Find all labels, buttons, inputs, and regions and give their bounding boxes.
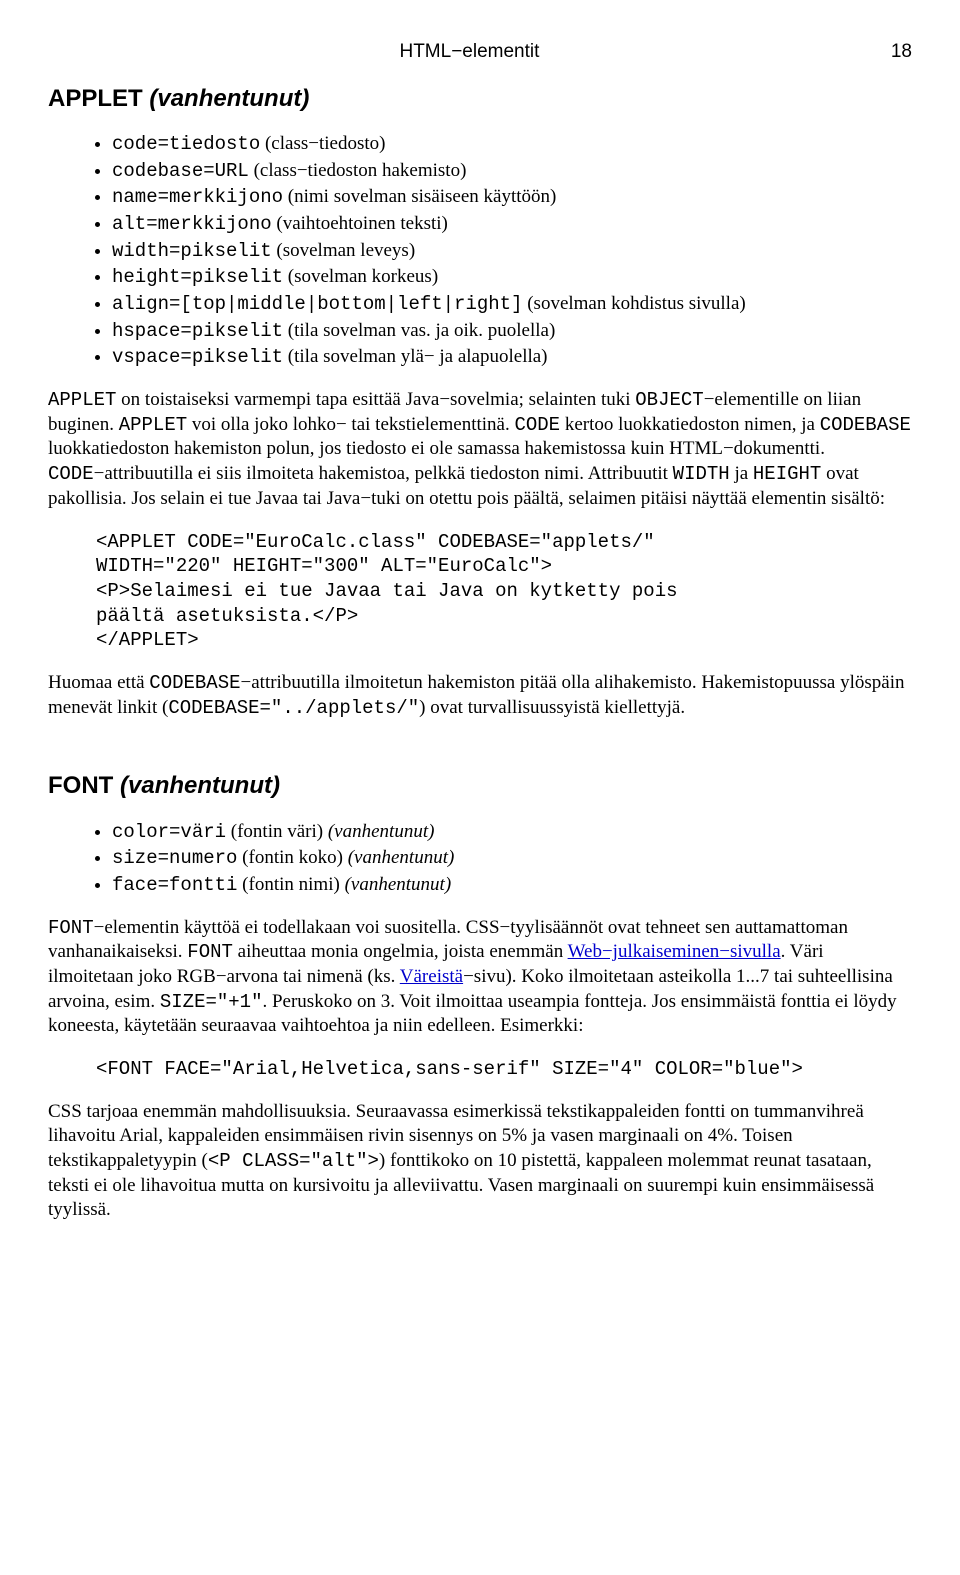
applet-heading-deprecated: (vanhentunut) xyxy=(149,85,309,112)
list-item: code=tiedosto (class−tiedosto) xyxy=(112,132,912,157)
list-item: name=merkkijono (nimi sovelman sisäiseen… xyxy=(112,185,912,210)
applet-heading-name: APPLET xyxy=(48,85,143,112)
list-item: codebase=URL (class−tiedoston hakemisto) xyxy=(112,159,912,184)
list-item: size=numero (fontin koko) (vanhentunut) xyxy=(112,846,912,871)
font-code-example: <FONT FACE="Arial,Helvetica,sans-serif" … xyxy=(48,1057,912,1082)
font-heading-deprecated: (vanhentunut) xyxy=(120,772,280,799)
list-item: height=pikselit (sovelman korkeus) xyxy=(112,265,912,290)
list-item: align=[top|middle|bottom|left|right] (so… xyxy=(112,292,912,317)
list-item: vspace=pikselit (tila sovelman ylä− ja a… xyxy=(112,345,912,370)
applet-heading: APPLET (vanhentunut) xyxy=(48,83,912,114)
font-attr-list: color=väri (fontin väri) (vanhentunut) s… xyxy=(48,820,912,898)
font-heading-name: FONT xyxy=(48,772,113,799)
list-item: alt=merkkijono (vaihtoehtoinen teksti) xyxy=(112,212,912,237)
applet-paragraph-2: Huomaa että CODEBASE−attribuutilla ilmoi… xyxy=(48,671,912,720)
font-paragraph-1: FONT−elementin käyttöä ei todellakaan vo… xyxy=(48,916,912,1039)
list-item: face=fontti (fontin nimi) (vanhentunut) xyxy=(112,873,912,898)
applet-attr-list: code=tiedosto (class−tiedosto) codebase=… xyxy=(48,132,912,370)
applet-code-example: <APPLET CODE="EuroCalc.class" CODEBASE="… xyxy=(48,530,912,653)
font-paragraph-2: CSS tarjoaa enemmän mahdollisuuksia. Seu… xyxy=(48,1100,912,1223)
web-publishing-link[interactable]: Web−julkaiseminen−sivulla xyxy=(568,941,781,962)
list-item: hspace=pikselit (tila sovelman vas. ja o… xyxy=(112,319,912,344)
applet-paragraph-1: APPLET on toistaiseksi varmempi tapa esi… xyxy=(48,388,912,511)
list-item: color=väri (fontin väri) (vanhentunut) xyxy=(112,820,912,845)
page-header: HTML−elementit 18 xyxy=(48,40,912,65)
doc-title: HTML−elementit xyxy=(399,40,539,65)
list-item: width=pikselit (sovelman leveys) xyxy=(112,239,912,264)
colors-link[interactable]: Väreistä xyxy=(400,966,463,987)
font-heading: FONT (vanhentunut) xyxy=(48,770,912,801)
page-number: 18 xyxy=(891,40,912,65)
